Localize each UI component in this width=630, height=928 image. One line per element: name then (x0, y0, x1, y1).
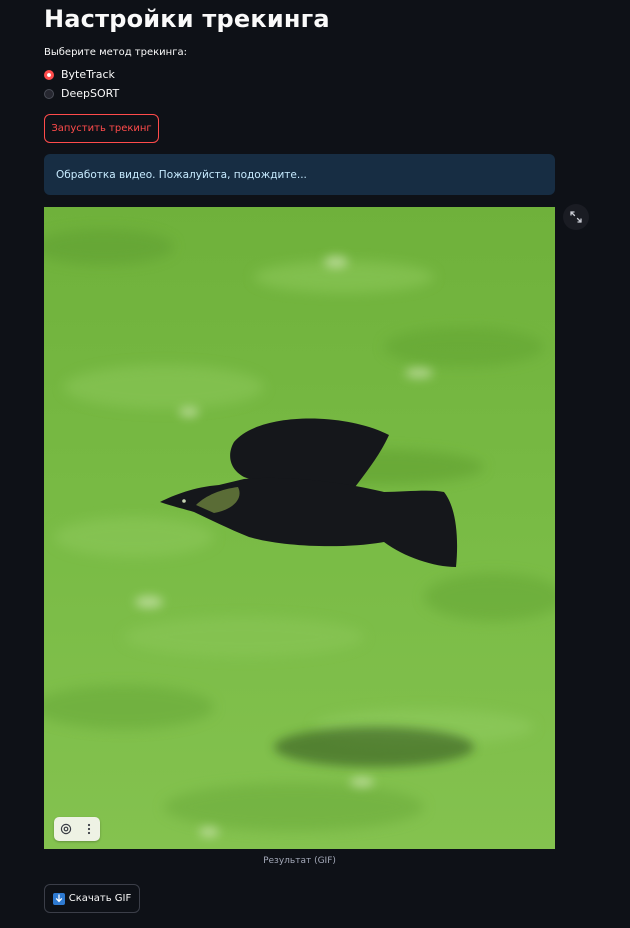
radio-option-label: DeepSORT (61, 87, 120, 100)
download-gif-button[interactable]: Скачать GIF (44, 884, 140, 913)
download-button-label: Скачать GIF (68, 893, 132, 904)
result-gif-image (44, 207, 555, 849)
radio-option-deepsort[interactable]: DeepSORT (44, 87, 119, 100)
info-alert-text: Обработка видео. Пожалуйста, подождите..… (56, 168, 307, 181)
expand-icon (570, 211, 582, 223)
radio-checked-icon[interactable] (44, 69, 54, 80)
run-tracking-button[interactable]: Запустить трекинг (44, 114, 159, 143)
radio-option-bytetrack[interactable]: ByteTrack (44, 68, 115, 81)
radio-option-label: ByteTrack (61, 68, 115, 81)
page-title: Настройки трекинга (44, 5, 330, 33)
media-toolbar (54, 817, 100, 841)
fullscreen-button[interactable] (563, 204, 589, 230)
more-options-button[interactable] (79, 819, 99, 839)
info-alert: Обработка видео. Пожалуйста, подождите..… (44, 154, 555, 195)
view-icon (60, 823, 71, 835)
tracking-method-label: Выберите метод трекинга: (44, 47, 187, 58)
radio-unchecked-icon[interactable] (44, 88, 54, 99)
view-button[interactable] (56, 819, 76, 839)
download-arrow-icon (52, 892, 65, 905)
more-options-icon (87, 823, 90, 835)
media-caption: Результат (GIF) (263, 856, 336, 866)
